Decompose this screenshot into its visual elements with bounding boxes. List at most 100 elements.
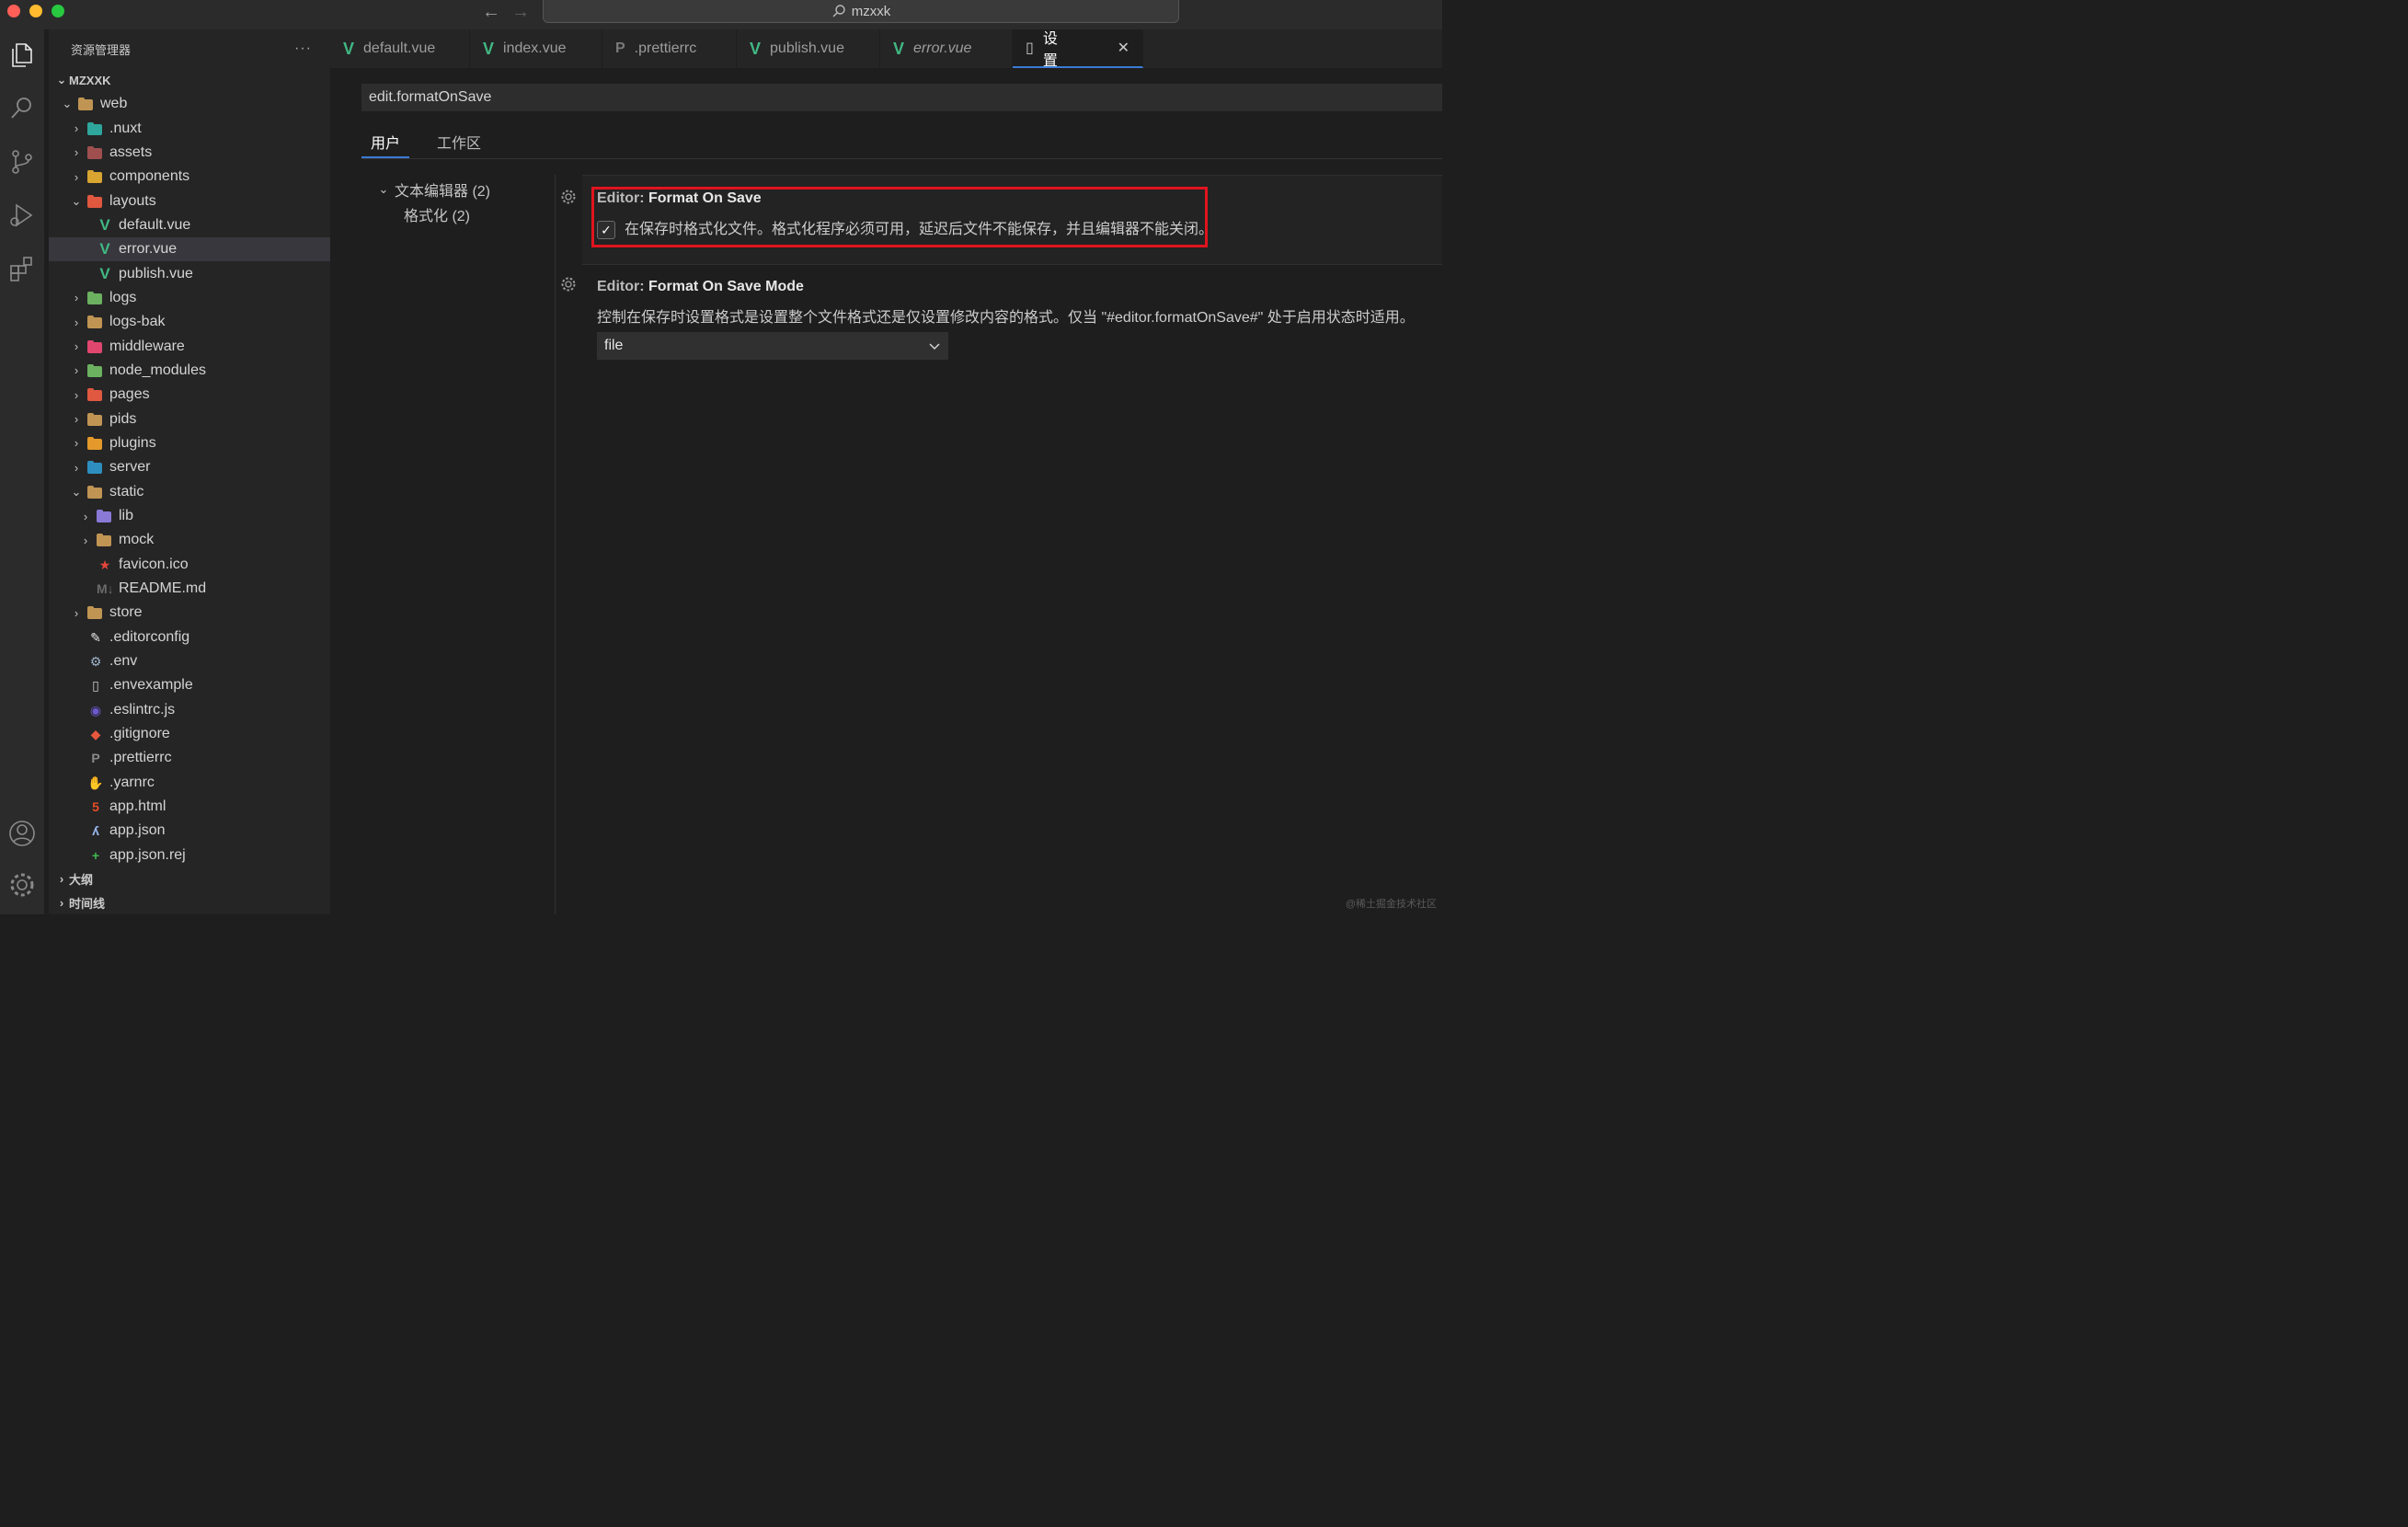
toc-item-text-editor[interactable]: ⌄ 文本编辑器 (2) <box>376 177 490 201</box>
tree-file[interactable]: 5 app.html <box>49 795 330 819</box>
tree-folder[interactable]: › logs <box>49 286 330 310</box>
tree-file[interactable]: ◆ .gitignore <box>49 722 330 746</box>
server-folder-icon <box>87 460 104 475</box>
back-arrow-icon[interactable]: ← <box>482 2 500 23</box>
format-on-save-mode-select[interactable]: file <box>597 332 948 360</box>
tree-folder[interactable]: › middleware <box>49 334 330 358</box>
markdown-icon: M↓ <box>97 581 114 597</box>
chevron-down-icon: ⌄ <box>62 97 73 111</box>
setting-name: Format On Save Mode <box>648 279 804 294</box>
source-control-icon[interactable] <box>7 147 37 177</box>
manage-gear-icon[interactable] <box>7 870 37 900</box>
tree-item-label: default.vue <box>119 216 191 233</box>
toc-item-formatting[interactable]: 格式化 (2) <box>376 201 490 226</box>
tab-default-vue[interactable]: Vdefault.vue <box>330 29 470 68</box>
extensions-icon[interactable] <box>7 254 37 283</box>
tree-folder[interactable]: › server <box>49 455 330 479</box>
timeline-section[interactable]: › 时间线 <box>49 890 330 914</box>
tree-folder[interactable]: › mock <box>49 528 330 552</box>
tree-file[interactable]: Vdefault.vue <box>49 213 330 237</box>
command-center-search[interactable]: mzxxk <box>543 0 1179 23</box>
tree-item-label: .gitignore <box>109 726 170 742</box>
tree-folder[interactable]: › .nuxt <box>49 116 330 140</box>
forward-arrow-icon[interactable]: → <box>511 2 530 23</box>
tree-folder[interactable]: ⌄ layouts <box>49 189 330 212</box>
git-icon: ◆ <box>90 727 101 742</box>
tree-file[interactable]: Verror.vue <box>49 237 330 262</box>
tab-prettierrc[interactable]: P .prettierrc <box>602 29 737 68</box>
diff-icon: + <box>91 847 100 863</box>
tab-[interactable]: ▯ 设置 ✕ <box>1013 29 1143 69</box>
tab-label: .prettierrc <box>634 40 697 56</box>
outline-section[interactable]: › 大纲 <box>49 867 330 890</box>
assets-folder-icon <box>87 145 104 160</box>
run-debug-icon[interactable] <box>7 201 37 230</box>
file-icon: ▯ <box>1026 40 1034 56</box>
tree-folder[interactable]: › store <box>49 601 330 625</box>
setting-gear-icon[interactable] <box>560 276 577 293</box>
tree-item-label: store <box>109 604 143 621</box>
close-icon[interactable]: ✕ <box>1118 39 1129 57</box>
tab-label: index.vue <box>503 40 567 56</box>
tree-file[interactable]: M↓ README.md <box>49 577 330 601</box>
maximize-window-button[interactable] <box>52 5 64 17</box>
tree-item-label: .envexample <box>109 677 193 694</box>
tree-folder[interactable]: › assets <box>49 141 330 165</box>
tab-index-vue[interactable]: Vindex.vue <box>470 29 602 68</box>
tree-folder[interactable]: ⌄ web <box>49 92 330 116</box>
select-value: file <box>604 338 624 353</box>
tree-file[interactable]: ▯ .envexample <box>49 673 330 697</box>
tree-folder[interactable]: › pages <box>49 383 330 407</box>
setting-description: 控制在保存时设置格式是设置整个文件格式还是仅设置修改内容的格式。仅当 "#edi… <box>597 310 1415 326</box>
tree-item-label: mock <box>119 532 155 548</box>
tab-error-vue[interactable]: Verror.vue <box>880 29 1013 68</box>
vue-file-icon: V <box>893 39 905 58</box>
toc-label: 格式化 (2) <box>404 208 471 224</box>
tree-folder[interactable]: › pids <box>49 407 330 431</box>
setting-category: Editor: <box>597 279 648 294</box>
tree-item-label: README.md <box>119 580 207 597</box>
tree-folder[interactable]: › components <box>49 165 330 189</box>
tree-item-label: components <box>109 168 190 185</box>
lib-folder-icon <box>97 509 113 523</box>
tree-file[interactable]: ★ favicon.ico <box>49 553 330 577</box>
tree-file[interactable]: ✎ .editorconfig <box>49 626 330 649</box>
tree-folder[interactable]: › plugins <box>49 431 330 455</box>
close-window-button[interactable] <box>7 5 20 17</box>
settings-editor: edit.formatOnSave 用户 工作区 ⌄ 文本编辑器 (2) 格式化… <box>330 68 1442 914</box>
json-icon: ʎ <box>92 823 99 839</box>
tree-file[interactable]: P .prettierrc <box>49 746 330 770</box>
tree-file[interactable]: ✋ .yarnrc <box>49 771 330 795</box>
scope-divider <box>361 158 1442 159</box>
tree-folder[interactable]: ⌄ static <box>49 480 330 504</box>
tab-publish-vue[interactable]: Vpublish.vue <box>737 29 880 68</box>
tree-item-label: logs <box>109 289 137 305</box>
settings-search-input[interactable]: edit.formatOnSave <box>361 84 1442 111</box>
tree-file[interactable]: ʎ app.json <box>49 819 330 843</box>
tab-user[interactable]: 用户 <box>361 123 410 158</box>
env-gear-icon: ⚙ <box>89 654 102 670</box>
tree-item-label: app.json <box>109 822 166 839</box>
workspace-root[interactable]: ⌄ MZXXK <box>49 68 330 92</box>
html5-icon: 5 <box>92 799 99 815</box>
folder-icon <box>78 97 95 111</box>
chevron-down-icon: ⌄ <box>71 484 82 499</box>
tree-file[interactable]: ◉ .eslintrc.js <box>49 698 330 722</box>
explorer-icon[interactable] <box>7 40 37 70</box>
tree-folder[interactable]: › lib <box>49 504 330 528</box>
tree-folder[interactable]: › logs-bak <box>49 310 330 334</box>
setting-gear-icon[interactable] <box>560 189 577 205</box>
chevron-right-icon: › <box>83 509 88 523</box>
more-actions-icon[interactable]: ··· <box>294 40 312 57</box>
tree-file[interactable]: + app.json.rej <box>49 844 330 867</box>
minimize-window-button[interactable] <box>29 5 42 17</box>
tree-file[interactable]: ⚙ .env <box>49 649 330 673</box>
search-icon[interactable] <box>7 94 37 123</box>
tree-file[interactable]: Vpublish.vue <box>49 261 330 285</box>
tree-item-label: app.html <box>109 798 166 815</box>
tab-workspace[interactable]: 工作区 <box>428 123 490 158</box>
account-icon[interactable] <box>7 819 37 848</box>
command-center-text: mzxxk <box>851 3 891 19</box>
tree-folder[interactable]: › node_modules <box>49 359 330 383</box>
vue-file-icon: V <box>99 240 110 258</box>
